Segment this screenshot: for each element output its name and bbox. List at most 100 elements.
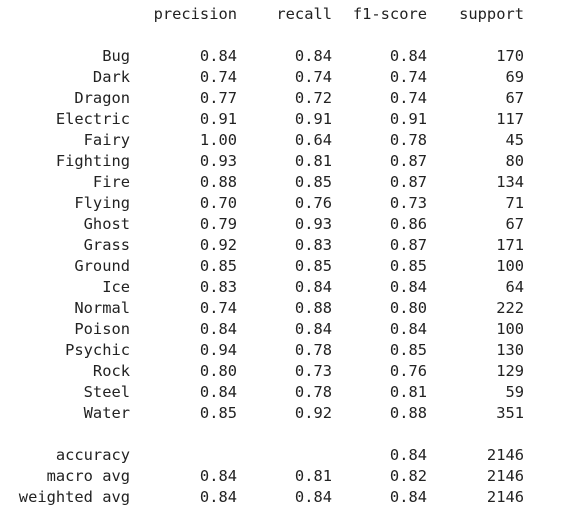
support-value: 45 [505, 131, 524, 149]
f1-score-value: 0.91 [389, 110, 427, 128]
row-label: Dragon [74, 89, 130, 107]
precision-value: 1.00 [199, 131, 237, 149]
precision-value: 0.84 [199, 383, 237, 401]
report-row: Ground 0.85 0.85 0.85 100 [0, 256, 565, 277]
header-precision: precision [153, 5, 237, 23]
recall-value: 0.85 [294, 173, 332, 191]
precision-value: 0.91 [199, 110, 237, 128]
recall-value: 0.74 [294, 68, 332, 86]
precision-value: 0.92 [199, 236, 237, 254]
precision-value: 0.85 [199, 404, 237, 422]
report-row: Fighting 0.93 0.81 0.87 80 [0, 151, 565, 172]
support-value: 2146 [486, 467, 524, 485]
row-label: Water [83, 404, 130, 422]
precision-value: 0.84 [199, 488, 237, 506]
report-row: Fire 0.88 0.85 0.87 134 [0, 172, 565, 193]
support-value: 2146 [486, 488, 524, 506]
f1-score-value: 0.85 [389, 257, 427, 275]
recall-value: 0.85 [294, 257, 332, 275]
support-value: 59 [505, 383, 524, 401]
report-row: Dark 0.74 0.74 0.74 69 [0, 67, 565, 88]
support-value: 130 [496, 341, 524, 359]
support-value: 67 [505, 215, 524, 233]
report-row: Ice 0.83 0.84 0.84 64 [0, 277, 565, 298]
support-value: 71 [505, 194, 524, 212]
row-label: Flying [74, 194, 130, 212]
support-value: 117 [496, 110, 524, 128]
precision-value: 0.85 [199, 257, 237, 275]
f1-score-value: 0.74 [389, 89, 427, 107]
support-value: 2146 [486, 446, 524, 464]
support-value: 67 [505, 89, 524, 107]
row-label: Grass [83, 236, 130, 254]
row-label: Fairy [83, 131, 130, 149]
row-label: Psychic [65, 341, 130, 359]
support-value: 351 [496, 404, 524, 422]
report-row: Water 0.85 0.92 0.88 351 [0, 403, 565, 424]
f1-score-value: 0.76 [389, 362, 427, 380]
support-value: 170 [496, 47, 524, 65]
recall-value: 0.78 [294, 341, 332, 359]
support-value: 222 [496, 299, 524, 317]
f1-score-value: 0.78 [389, 131, 427, 149]
recall-value: 0.84 [294, 278, 332, 296]
support-value: 129 [496, 362, 524, 380]
report-row: Steel 0.84 0.78 0.81 59 [0, 382, 565, 403]
report-row: Flying 0.70 0.76 0.73 71 [0, 193, 565, 214]
class-rows: Bug 0.84 0.84 0.84 170 Dark 0.74 0.74 0.74 69 Drag… [0, 46, 565, 424]
row-label: weighted avg [18, 488, 130, 506]
precision-value: 0.93 [199, 152, 237, 170]
header-support: support [459, 5, 524, 23]
precision-value: 0.70 [199, 194, 237, 212]
recall-value: 0.84 [294, 320, 332, 338]
recall-value: 0.84 [294, 47, 332, 65]
precision-value: 0.79 [199, 215, 237, 233]
f1-score-value: 0.84 [389, 488, 427, 506]
recall-value: 0.78 [294, 383, 332, 401]
support-value: 69 [505, 68, 524, 86]
report-row: Electric 0.91 0.91 0.91 117 [0, 109, 565, 130]
classification-report: precision recall f1-score support Bug 0.8… [0, 4, 565, 508]
header-f1-score: f1-score [352, 5, 427, 23]
support-value: 134 [496, 173, 524, 191]
row-label: macro avg [46, 467, 130, 485]
f1-score-value: 0.81 [389, 383, 427, 401]
row-label: Ground [74, 257, 130, 275]
recall-value: 0.84 [294, 488, 332, 506]
precision-value: 0.74 [199, 299, 237, 317]
recall-value: 0.88 [294, 299, 332, 317]
row-label: Ghost [83, 215, 130, 233]
f1-score-value: 0.84 [389, 446, 427, 464]
recall-value: 0.92 [294, 404, 332, 422]
recall-value: 0.72 [294, 89, 332, 107]
report-row: Ghost 0.79 0.93 0.86 67 [0, 214, 565, 235]
recall-value: 0.81 [294, 467, 332, 485]
f1-score-value: 0.87 [389, 236, 427, 254]
row-label: Dark [92, 68, 130, 86]
report-row: Poison 0.84 0.84 0.84 100 [0, 319, 565, 340]
recall-value: 0.64 [294, 131, 332, 149]
recall-value: 0.93 [294, 215, 332, 233]
f1-score-value: 0.87 [389, 152, 427, 170]
f1-score-value: 0.84 [389, 278, 427, 296]
f1-score-value: 0.74 [389, 68, 427, 86]
recall-value: 0.81 [294, 152, 332, 170]
f1-score-value: 0.84 [389, 320, 427, 338]
row-label: Poison [74, 320, 130, 338]
precision-value: 0.74 [199, 68, 237, 86]
f1-score-value: 0.86 [389, 215, 427, 233]
precision-value: 0.94 [199, 341, 237, 359]
f1-score-value: 0.82 [389, 467, 427, 485]
row-label: Electric [55, 110, 130, 128]
report-row: Rock 0.80 0.73 0.76 129 [0, 361, 565, 382]
precision-value: 0.84 [199, 47, 237, 65]
report-row: Grass 0.92 0.83 0.87 171 [0, 235, 565, 256]
precision-value: 0.77 [199, 89, 237, 107]
summary-row: accuracy 0.84 2146 [0, 445, 565, 466]
report-row: Normal 0.74 0.88 0.80 222 [0, 298, 565, 319]
report-row: Dragon 0.77 0.72 0.74 67 [0, 88, 565, 109]
recall-value: 0.91 [294, 110, 332, 128]
row-label: Bug [102, 47, 130, 65]
recall-value: 0.83 [294, 236, 332, 254]
